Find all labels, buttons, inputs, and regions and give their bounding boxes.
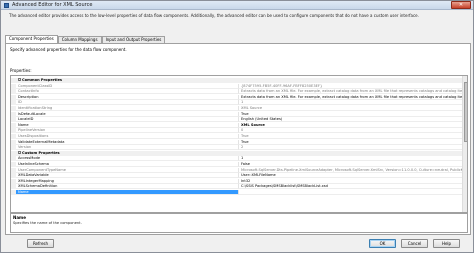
property-value[interactable]: XML Source bbox=[239, 123, 467, 128]
property-row[interactable]: Name bbox=[11, 190, 467, 196]
property-value[interactable]: Extracts data from an XML file. For exam… bbox=[239, 89, 467, 95]
property-value[interactable] bbox=[239, 190, 467, 196]
property-row[interactable]: Version 2 bbox=[11, 145, 467, 151]
property-value bbox=[239, 151, 467, 156]
property-value[interactable]: XML Source bbox=[239, 106, 467, 112]
property-grid-scrollbar[interactable] bbox=[462, 76, 467, 212]
property-row[interactable]: UserComponentTypeName Microsoft.SqlServer… bbox=[11, 167, 467, 173]
property-name: Description bbox=[16, 94, 239, 100]
property-value[interactable]: Extracts data from an XML file. For exam… bbox=[239, 95, 467, 100]
property-value[interactable]: Microsoft.SqlServer.Dts.Pipeline.XmlSour… bbox=[239, 168, 467, 173]
property-row[interactable]: PipelineVersion 0 bbox=[11, 128, 467, 134]
title-bar[interactable]: Advanced Editor for XML Source ✕ bbox=[1, 1, 473, 10]
property-value[interactable]: True bbox=[239, 140, 467, 145]
advanced-editor-window: Advanced Editor for XML Source ✕ The adv… bbox=[0, 0, 474, 253]
panel-description: Specify advanced properties for the data… bbox=[10, 47, 127, 52]
property-name: Name bbox=[16, 122, 239, 128]
property-value[interactable]: False bbox=[239, 162, 467, 168]
property-row[interactable]: IdentificationString XML Source bbox=[11, 106, 467, 112]
close-button[interactable]: ✕ bbox=[451, 1, 471, 9]
help-button[interactable]: Help bbox=[433, 239, 460, 248]
property-row[interactable]: ComponentClassID {874F7595-FB5F-40FF-96AF… bbox=[11, 83, 467, 89]
property-row[interactable]: IsDefaultLocale True bbox=[11, 111, 467, 117]
category-label: Common Properties bbox=[22, 78, 63, 82]
property-row[interactable]: UseInlineSchema False bbox=[11, 162, 467, 168]
property-name: UserComponentTypeName bbox=[16, 167, 239, 173]
property-name: IsDefaultLocale bbox=[16, 111, 239, 117]
property-row[interactable]: ValidateExternalMetadata True bbox=[11, 139, 467, 145]
collapse-toggle-icon[interactable]: - bbox=[18, 150, 21, 154]
property-name: XMLSchemaDefinition bbox=[16, 184, 239, 190]
property-name: Name bbox=[16, 190, 239, 196]
tab-component-properties[interactable]: Component Properties bbox=[5, 35, 58, 43]
property-value[interactable]: True bbox=[239, 112, 467, 117]
property-name: ID bbox=[16, 100, 239, 106]
property-value[interactable]: English (United States) bbox=[239, 117, 467, 123]
property-row[interactable]: AccessMode 1 bbox=[11, 156, 467, 162]
property-value[interactable]: C:\SSIS Packages\SMSBlacklist\SMSBlackLi… bbox=[239, 184, 467, 190]
help-title: Name bbox=[13, 215, 26, 220]
category-name: - Custom Properties bbox=[16, 150, 239, 156]
property-value[interactable]: 1 bbox=[239, 100, 467, 106]
cancel-button[interactable]: Cancel bbox=[401, 239, 428, 248]
property-row[interactable]: LocaleID English (United States) bbox=[11, 117, 467, 123]
property-name: IdentificationString bbox=[16, 106, 239, 112]
property-value[interactable]: 1 bbox=[239, 156, 467, 162]
property-row[interactable]: XMLSchemaDefinition C:\SSIS Packages\SMSB… bbox=[11, 184, 467, 190]
property-category[interactable]: - Custom Properties bbox=[11, 150, 467, 156]
property-name: UseInlineSchema bbox=[16, 162, 239, 168]
component-properties-panel: Specify advanced properties for the data… bbox=[5, 43, 471, 235]
tab-input-output-properties[interactable]: Input and Output Properties bbox=[101, 36, 166, 43]
property-category[interactable]: - Common Properties bbox=[11, 78, 467, 84]
property-grid[interactable]: Name XMLSchemaDefinition C:\SSIS Packages\… bbox=[10, 75, 468, 213]
property-row[interactable]: Description Extracts data from an XML fil… bbox=[11, 94, 467, 100]
property-name: XMLDataVariable bbox=[16, 173, 239, 179]
property-row[interactable]: Name XML Source bbox=[11, 122, 467, 128]
app-icon bbox=[4, 3, 9, 8]
scrollbar-thumb[interactable] bbox=[463, 82, 467, 142]
property-name: XMLIntegerMapping bbox=[16, 178, 239, 184]
property-value[interactable]: True bbox=[239, 134, 467, 140]
property-name: ContactInfo bbox=[16, 89, 239, 95]
property-name: PipelineVersion bbox=[16, 128, 239, 134]
property-name: ValidateExternalMetadata bbox=[16, 139, 239, 145]
property-row[interactable]: UsesDispositions True bbox=[11, 134, 467, 140]
window-title: Advanced Editor for XML Source bbox=[12, 2, 93, 8]
property-name: UsesDispositions bbox=[16, 134, 239, 140]
tab-strip: Component Properties Column Mappings Inp… bbox=[5, 35, 166, 43]
property-value[interactable]: 2 bbox=[239, 145, 467, 151]
property-name: Version bbox=[16, 145, 239, 151]
property-row[interactable]: ID 1 bbox=[11, 100, 467, 106]
property-value[interactable]: Int32 bbox=[239, 179, 467, 184]
property-name: LocaleID bbox=[16, 117, 239, 123]
category-name: - Common Properties bbox=[16, 78, 239, 83]
refresh-button[interactable]: Refresh bbox=[27, 239, 54, 248]
tab-column-mappings[interactable]: Column Mappings bbox=[57, 36, 102, 43]
properties-label: Properties: bbox=[10, 68, 32, 73]
property-name: AccessMode bbox=[16, 156, 239, 162]
property-value[interactable]: {874F7595-FB5F-40FF-96AF-FBFF8250E3EF} bbox=[239, 84, 467, 89]
property-value[interactable]: User::XMLFileName bbox=[239, 173, 467, 179]
property-name: ComponentClassID bbox=[16, 83, 239, 89]
ok-button[interactable]: OK bbox=[369, 239, 396, 248]
property-row[interactable]: ContactInfo Extracts data from an XML fil… bbox=[11, 89, 467, 95]
property-row[interactable]: XMLIntegerMapping Int32 bbox=[11, 178, 467, 184]
property-value[interactable]: 0 bbox=[239, 128, 467, 134]
collapse-toggle-icon[interactable]: - bbox=[18, 78, 21, 82]
property-help-box: Name Specifies the name of the component… bbox=[10, 213, 468, 233]
category-label: Custom Properties bbox=[22, 150, 60, 155]
property-value bbox=[239, 78, 467, 83]
editor-description: The advanced editor provides access to t… bbox=[9, 13, 419, 18]
help-text: Specifies the name of the component. bbox=[13, 221, 82, 225]
property-row[interactable]: XMLDataVariable User::XMLFileName bbox=[11, 173, 467, 179]
